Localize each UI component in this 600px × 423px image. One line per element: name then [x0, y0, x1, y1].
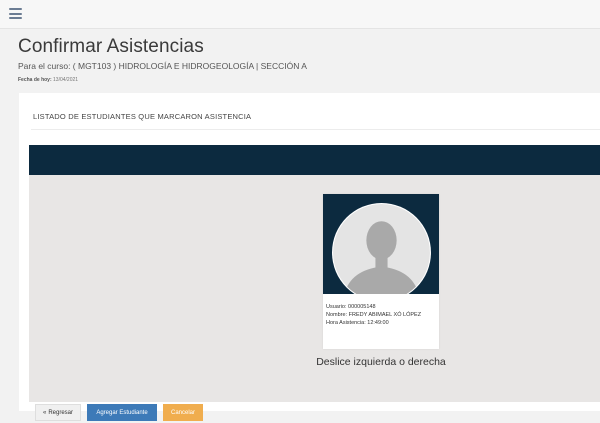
date-value: 13/04/2021: [53, 77, 79, 83]
student-photo: [323, 194, 439, 294]
student-carousel[interactable]: Usuario: 000005148 Nombre: FREDY ABIMAEL…: [29, 175, 600, 402]
student-info: Usuario: 000005148 Nombre: FREDY ABIMAEL…: [326, 303, 421, 327]
back-button[interactable]: « Regresar: [35, 404, 81, 421]
cancel-button[interactable]: Cancelar: [163, 404, 203, 421]
student-nombre: Nombre: FREDY ABIMAEL XÓ LÓPEZ: [326, 312, 422, 318]
course-subtitle: Para el curso: ( MGT103 ) HIDROLOGÍA E H…: [18, 61, 307, 71]
divider: [31, 129, 600, 130]
date-label: Fecha de hoy:: [18, 77, 52, 83]
user-avatar-placeholder-icon: [332, 203, 431, 294]
attendance-card: LISTADO DE ESTUDIANTES QUE MARCARON ASIS…: [19, 93, 600, 411]
list-heading: LISTADO DE ESTUDIANTES QUE MARCARON ASIS…: [33, 112, 252, 121]
top-bar: [0, 0, 600, 29]
hamburger-menu-icon[interactable]: [9, 8, 22, 19]
date-line: Fecha de hoy: 13/04/2021: [18, 77, 78, 83]
student-hora: Hora Asistencia: 12:49:00: [326, 320, 389, 326]
slider-header: [29, 145, 600, 175]
swipe-hint: Deslice izquierda o derecha: [316, 356, 446, 368]
back-button-label: Regresar: [48, 409, 74, 416]
page-title: Confirmar Asistencias: [18, 36, 204, 57]
add-student-button[interactable]: Agregar Estudiante: [87, 404, 157, 421]
student-card[interactable]: Usuario: 000005148 Nombre: FREDY ABIMAEL…: [323, 194, 439, 349]
student-usuario: Usuario: 000005148: [326, 304, 376, 310]
chevron-double-left-icon: «: [42, 409, 47, 416]
